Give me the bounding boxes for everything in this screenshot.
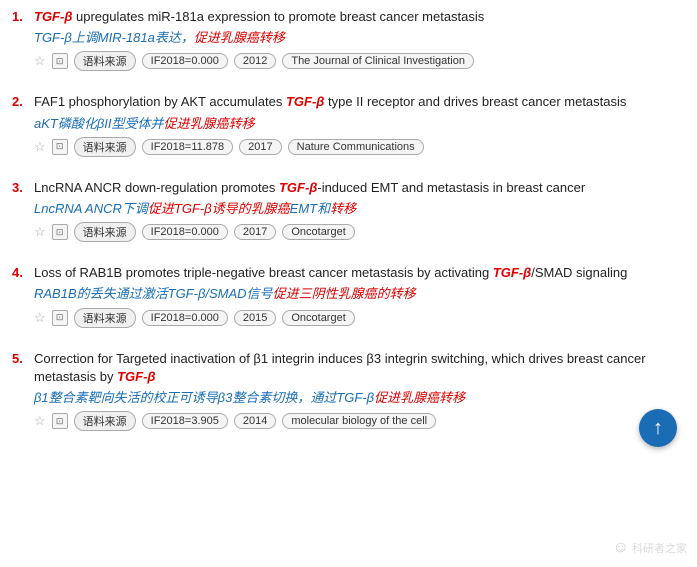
item-content: Loss of RAB1B promotes triple-negative b… <box>34 264 685 327</box>
if-tag: IF2018=3.905 <box>142 413 228 429</box>
if-tag: IF2018=11.878 <box>142 139 234 155</box>
tgfb-italic: TGF-β <box>286 94 324 109</box>
title-text: -induced EMT and metastasis in breast ca… <box>317 180 585 195</box>
item-row: 4. Loss of RAB1B promotes triple-negativ… <box>12 264 685 327</box>
copy-icon[interactable]: ⊡ <box>52 139 68 155</box>
item-content: LncRNA ANCR down-regulation promotes TGF… <box>34 179 685 242</box>
if-tag: IF2018=0.000 <box>142 53 228 69</box>
subtitle-highlight: 促进乳腺癌转移 <box>374 390 465 405</box>
star-icon[interactable]: ☆ <box>34 53 46 69</box>
title-text: FAF1 phosphorylation by AKT accumulates <box>34 94 286 109</box>
meta-row: ☆ ⊡ 语料来源 IF2018=3.905 2014 molecular bio… <box>34 411 685 431</box>
article-title[interactable]: Loss of RAB1B promotes triple-negative b… <box>34 265 627 280</box>
tgfb-italic: TGF-β <box>493 265 531 280</box>
article-subtitle: TGF-β上调MIR-181a表达，促进乳腺癌转移 <box>34 29 685 47</box>
copy-icon[interactable]: ⊡ <box>52 413 68 429</box>
article-title[interactable]: TGF-β upregulates miR-181a expression to… <box>34 9 484 24</box>
year-tag: 2017 <box>239 139 281 155</box>
item-number: 4. <box>12 264 34 280</box>
source-tag[interactable]: 语料来源 <box>74 137 136 157</box>
scroll-up-button[interactable]: ↑ <box>639 409 677 447</box>
result-item-5: 5. Correction for Targeted inactivation … <box>12 350 685 440</box>
copy-icon[interactable]: ⊡ <box>52 53 68 69</box>
meta-row: ☆ ⊡ 语料来源 IF2018=0.000 2015 Oncotarget <box>34 308 685 328</box>
results-list: 1. TGF-β upregulates miR-181a expression… <box>12 8 685 439</box>
article-subtitle: β1整合素靶向失活的校正可诱导β3整合素切换，通过TGF-β促进乳腺癌转移 <box>34 389 685 407</box>
journal-tag[interactable]: The Journal of Clinical Investigation <box>282 53 474 69</box>
meta-row: ☆ ⊡ 语料来源 IF2018=11.878 2017 Nature Commu… <box>34 137 685 157</box>
title-text: type II receptor and drives breast cance… <box>324 94 626 109</box>
item-number: 3. <box>12 179 34 195</box>
star-icon[interactable]: ☆ <box>34 413 46 429</box>
year-tag: 2012 <box>234 53 276 69</box>
subtitle-highlight: 促进TGF-β诱导的 <box>148 201 251 216</box>
subtitle-highlight: 乳腺癌 <box>251 201 290 216</box>
title-text: upregulates miR-181a expression to promo… <box>72 9 484 24</box>
meta-row: ☆ ⊡ 语料来源 IF2018=0.000 2012 The Journal o… <box>34 51 685 71</box>
title-text: Loss of RAB1B promotes triple-negative b… <box>34 265 493 280</box>
result-item-3: 3. LncRNA ANCR down-regulation promotes … <box>12 179 685 250</box>
journal-tag[interactable]: Oncotarget <box>282 310 354 326</box>
item-content: TGF-β upregulates miR-181a expression to… <box>34 8 685 71</box>
item-number: 5. <box>12 350 34 366</box>
subtitle-highlight: 促进乳腺癌转移 <box>194 30 285 45</box>
source-tag[interactable]: 语料来源 <box>74 411 136 431</box>
tgfb-italic: TGF-β <box>117 369 155 384</box>
subtitle-highlight: 转移 <box>330 201 356 216</box>
result-item-1: 1. TGF-β upregulates miR-181a expression… <box>12 8 685 79</box>
meta-row: ☆ ⊡ 语料来源 IF2018=0.000 2017 Oncotarget <box>34 222 685 242</box>
item-row: 3. LncRNA ANCR down-regulation promotes … <box>12 179 685 242</box>
journal-tag[interactable]: Oncotarget <box>282 224 354 240</box>
item-row: 5. Correction for Targeted inactivation … <box>12 350 685 432</box>
article-title[interactable]: Correction for Targeted inactivation of … <box>34 351 646 384</box>
title-text: LncRNA ANCR down-regulation promotes <box>34 180 279 195</box>
item-row: 2. FAF1 phosphorylation by AKT accumulat… <box>12 93 685 156</box>
journal-tag[interactable]: Nature Communications <box>288 139 424 155</box>
star-icon[interactable]: ☆ <box>34 224 46 240</box>
copy-icon[interactable]: ⊡ <box>52 310 68 326</box>
source-tag[interactable]: 语料来源 <box>74 51 136 71</box>
watermark: ☺ 科研者之家 <box>613 539 687 557</box>
item-row: 1. TGF-β upregulates miR-181a expression… <box>12 8 685 71</box>
star-icon[interactable]: ☆ <box>34 139 46 155</box>
result-item-4: 4. Loss of RAB1B promotes triple-negativ… <box>12 264 685 335</box>
source-tag[interactable]: 语料来源 <box>74 308 136 328</box>
item-content: Correction for Targeted inactivation of … <box>34 350 685 432</box>
tgfb-italic: TGF-β <box>34 9 72 24</box>
source-tag[interactable]: 语料来源 <box>74 222 136 242</box>
star-icon[interactable]: ☆ <box>34 310 46 326</box>
article-title[interactable]: LncRNA ANCR down-regulation promotes TGF… <box>34 180 585 195</box>
year-tag: 2017 <box>234 224 276 240</box>
item-number: 1. <box>12 8 34 24</box>
article-subtitle: aKT磷酸化βII型受体并促进乳腺癌转移 <box>34 115 685 133</box>
article-subtitle: RAB1B的丢失通过激活TGF-β/SMAD信号促进三阴性乳腺癌的转移 <box>34 285 685 303</box>
if-tag: IF2018=0.000 <box>142 224 228 240</box>
tgfb-italic: TGF-β <box>279 180 317 195</box>
subtitle-highlight: 促进乳腺癌转移 <box>164 116 255 131</box>
journal-tag[interactable]: molecular biology of the cell <box>282 413 436 429</box>
copy-icon[interactable]: ⊡ <box>52 224 68 240</box>
if-tag: IF2018=0.000 <box>142 310 228 326</box>
title-text: /SMAD signaling <box>531 265 627 280</box>
article-title[interactable]: FAF1 phosphorylation by AKT accumulates … <box>34 94 626 109</box>
year-tag: 2015 <box>234 310 276 326</box>
subtitle-highlight: 促进三阴性乳腺癌的转移 <box>273 286 416 301</box>
item-number: 2. <box>12 93 34 109</box>
year-tag: 2014 <box>234 413 276 429</box>
result-item-2: 2. FAF1 phosphorylation by AKT accumulat… <box>12 93 685 164</box>
item-content: FAF1 phosphorylation by AKT accumulates … <box>34 93 685 156</box>
article-subtitle: LncRNA ANCR下调促进TGF-β诱导的乳腺癌EMT和转移 <box>34 200 685 218</box>
